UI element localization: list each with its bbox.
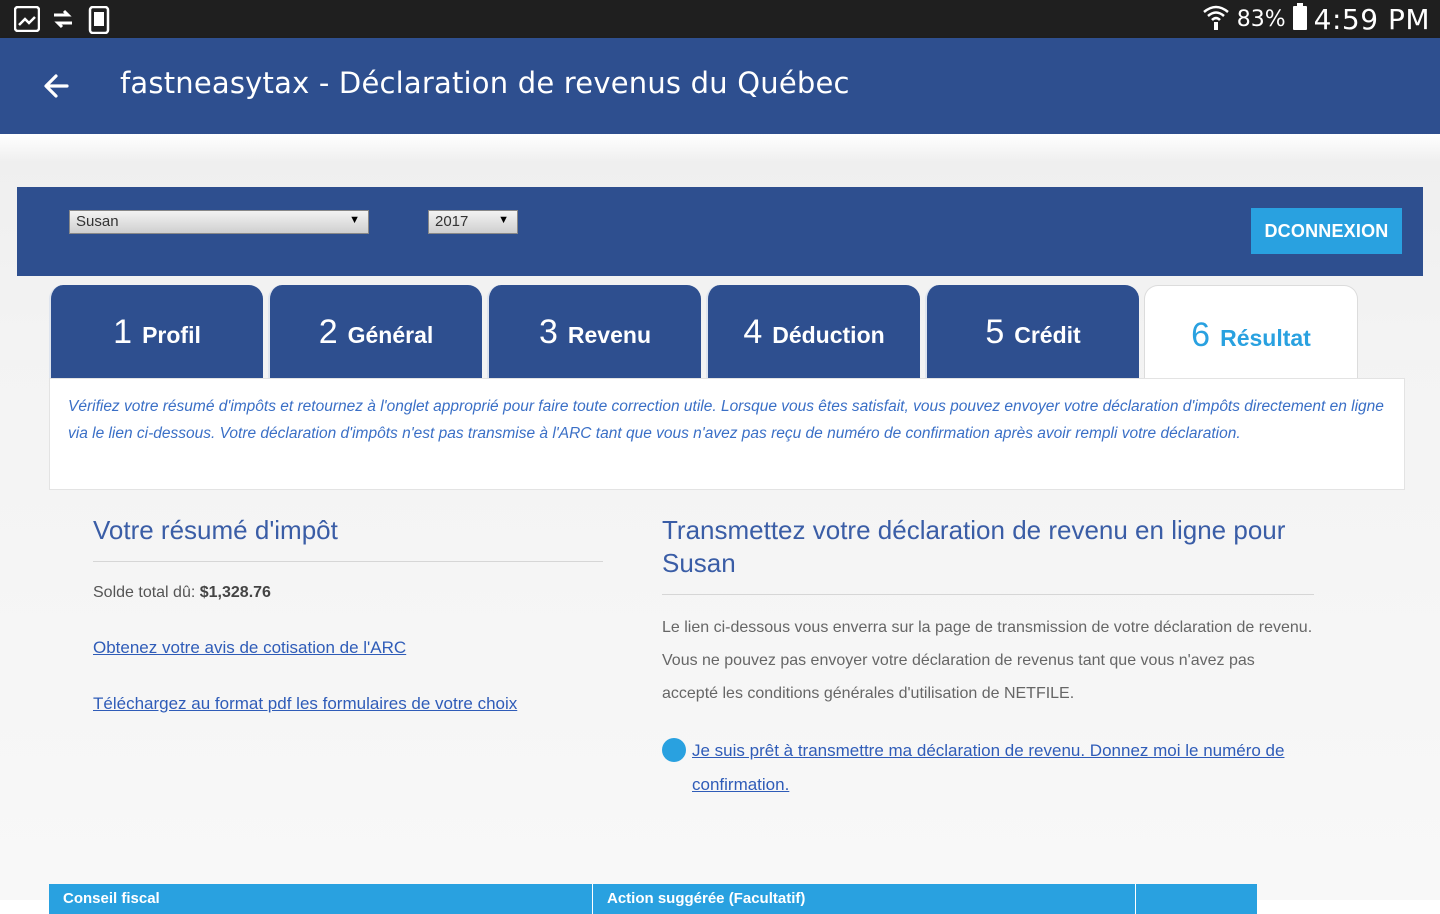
balance-value: $1,328.76 bbox=[199, 584, 271, 601]
tab-number: 5 bbox=[985, 312, 1005, 351]
battery-percentage: 83% bbox=[1236, 6, 1286, 32]
wifi-icon bbox=[1201, 2, 1231, 36]
download-forms-link[interactable]: Téléchargez au format pdf les formulaire… bbox=[93, 694, 603, 714]
gallery-icon bbox=[13, 5, 41, 33]
control-band: Susan ▼ 2017 ▼ DCONNEXION bbox=[17, 187, 1423, 276]
sync-icon bbox=[50, 6, 74, 32]
balance-due: Solde total dû: $1,328.76 bbox=[93, 584, 603, 602]
dropdown-arrow-icon: ▼ bbox=[498, 214, 509, 226]
tab-general[interactable]: 2 Général bbox=[268, 285, 482, 379]
transmit-section: Transmettez votre déclaration de revenu … bbox=[662, 514, 1314, 802]
status-bar: 83% 4:59 PM bbox=[0, 0, 1440, 38]
logout-button[interactable]: DCONNEXION bbox=[1251, 208, 1402, 254]
tab-deduction[interactable]: 4 Déduction bbox=[706, 285, 920, 379]
tab-number: 1 bbox=[113, 312, 133, 351]
bullet-icon bbox=[662, 738, 686, 762]
table-header-cell bbox=[1136, 884, 1257, 914]
info-message: Vérifiez votre résumé d'impôts et retour… bbox=[49, 378, 1405, 490]
table-header-cell: Action suggérée (Facultatif) bbox=[593, 884, 1136, 914]
app-bar: fastneasytax - Déclaration de revenus du… bbox=[0, 38, 1440, 134]
tab-label: Revenu bbox=[567, 321, 651, 348]
tab-number: 4 bbox=[743, 312, 763, 351]
balance-label: Solde total dû: bbox=[93, 584, 196, 601]
year-select[interactable]: 2017 ▼ bbox=[428, 210, 518, 234]
tab-label: Crédit bbox=[1014, 321, 1081, 348]
tab-resultat[interactable]: 6 Résultat bbox=[1144, 285, 1358, 385]
tab-label: Déduction bbox=[772, 321, 885, 348]
back-button[interactable] bbox=[36, 66, 76, 106]
tab-label: Général bbox=[347, 321, 434, 348]
assessment-link[interactable]: Obtenez votre avis de cotisation de l'AR… bbox=[93, 638, 603, 658]
transmit-link[interactable]: Je suis prêt à transmettre ma déclaratio… bbox=[692, 734, 1314, 802]
phone-icon bbox=[88, 5, 112, 35]
summary-title: Votre résumé d'impôt bbox=[93, 514, 603, 562]
tab-label: Résultat bbox=[1220, 325, 1311, 351]
arrow-left-icon bbox=[44, 74, 69, 98]
year-select-value: 2017 bbox=[435, 213, 469, 230]
clock: 4:59 PM bbox=[1313, 2, 1430, 36]
main-content: Susan ▼ 2017 ▼ DCONNEXION 1 Profil 2 Gén… bbox=[0, 134, 1440, 914]
transmit-title: Transmettez votre déclaration de revenu … bbox=[662, 514, 1314, 595]
tab-number: 6 bbox=[1191, 316, 1211, 354]
person-select[interactable]: Susan ▼ bbox=[69, 210, 369, 234]
tab-number: 2 bbox=[318, 312, 338, 351]
dropdown-arrow-icon: ▼ bbox=[349, 214, 360, 226]
tax-summary-section: Votre résumé d'impôt Solde total dû: $1,… bbox=[93, 514, 603, 714]
advice-table-header: Conseil fiscal Action suggérée (Facultat… bbox=[49, 884, 1257, 914]
app-title: fastneasytax - Déclaration de revenus du… bbox=[120, 66, 850, 100]
person-select-value: Susan bbox=[76, 213, 119, 230]
tab-credit[interactable]: 5 Crédit bbox=[925, 285, 1139, 379]
tab-revenu[interactable]: 3 Revenu bbox=[487, 285, 701, 379]
ready-to-transmit: Je suis prêt à transmettre ma déclaratio… bbox=[662, 734, 1314, 802]
tab-number: 3 bbox=[538, 312, 558, 351]
tab-profil[interactable]: 1 Profil bbox=[49, 285, 263, 379]
battery-icon bbox=[1292, 3, 1308, 35]
transmit-description: Le lien ci-dessous vous enverra sur la p… bbox=[662, 619, 1313, 702]
table-header-cell: Conseil fiscal bbox=[49, 884, 593, 914]
tab-label: Profil bbox=[142, 321, 201, 348]
